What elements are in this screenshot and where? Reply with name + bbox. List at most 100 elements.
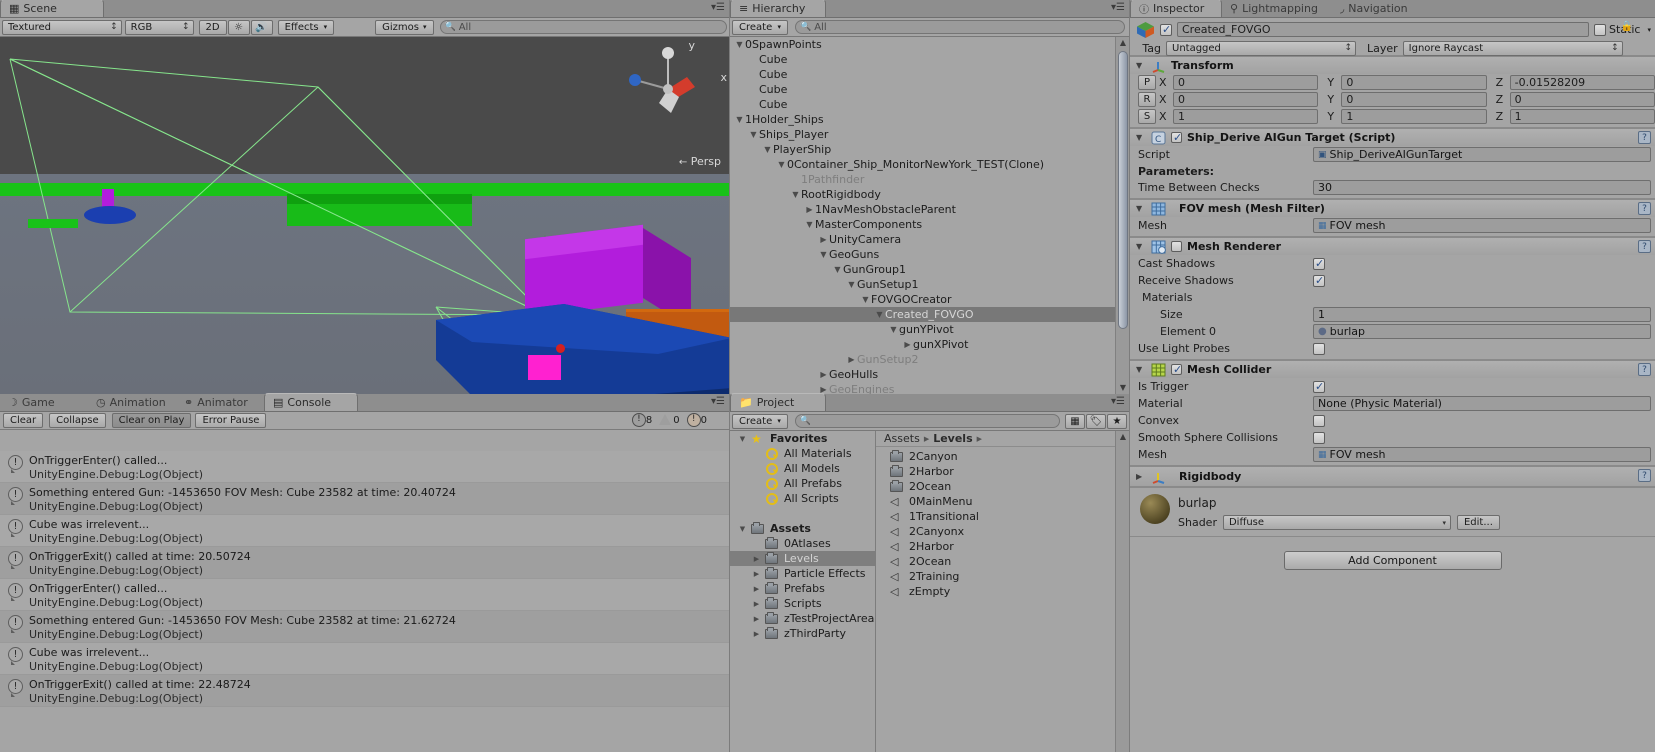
- hierarchy-row[interactable]: GunSetup2: [730, 352, 1129, 367]
- chevron-down-icon[interactable]: [832, 265, 843, 274]
- hierarchy-tree[interactable]: 0SpawnPoints Cube Cube Cube Cube 1Holder_Ship…: [730, 37, 1129, 394]
- position-z-field[interactable]: -0.01528209: [1509, 75, 1655, 90]
- project-tree-row[interactable]: Prefabs: [730, 581, 875, 596]
- chevron-down-icon[interactable]: [748, 130, 759, 139]
- divider-hierarchy-inspector[interactable]: [1129, 0, 1130, 752]
- divider-scene-hierarchy[interactable]: [729, 0, 730, 752]
- hierarchy-row[interactable]: GeoGuns: [730, 247, 1129, 262]
- color-mode-dropdown[interactable]: RGB: [124, 19, 194, 35]
- scene-projection-label[interactable]: ← Persp: [679, 155, 721, 168]
- chevron-right-icon[interactable]: [818, 370, 829, 379]
- physic-material-field[interactable]: None (Physic Material): [1313, 396, 1651, 411]
- tab-animation[interactable]: ◷ Animation: [88, 393, 176, 411]
- layer-dropdown[interactable]: Ignore Raycast: [1402, 41, 1623, 56]
- scene-viewport[interactable]: ← Persp y x: [0, 37, 729, 394]
- hierarchy-row[interactable]: 0Container_Ship_MonitorNewYork_TEST(Clon…: [730, 157, 1129, 172]
- chevron-down-icon[interactable]: [734, 40, 745, 49]
- use-light-probes-checkbox[interactable]: [1313, 342, 1325, 355]
- hierarchy-row[interactable]: MasterComponents: [730, 217, 1129, 232]
- chevron-down-icon[interactable]: [1136, 365, 1146, 374]
- chevron-down-icon[interactable]: [1136, 133, 1146, 142]
- hierarchy-row[interactable]: Ships_Player: [730, 127, 1129, 142]
- chevron-right-icon[interactable]: [804, 205, 815, 214]
- project-tree-row[interactable]: All Materials: [730, 446, 875, 461]
- hierarchy-row[interactable]: RootRigidbody: [730, 187, 1129, 202]
- scale-y-field[interactable]: 1: [1341, 109, 1487, 124]
- position-x-field[interactable]: 0: [1173, 75, 1319, 90]
- hierarchy-row[interactable]: 1Holder_Ships: [730, 112, 1129, 127]
- is-trigger-checkbox[interactable]: [1313, 380, 1325, 393]
- chevron-down-icon[interactable]: [737, 525, 748, 533]
- hierarchy-row[interactable]: Cube: [730, 67, 1129, 82]
- rigidbody-header[interactable]: Rigidbody ?: [1130, 467, 1655, 486]
- project-tree-row[interactable]: zTestProjectArea: [730, 611, 875, 626]
- position-button[interactable]: P: [1138, 75, 1156, 90]
- project-tree-row[interactable]: All Scripts: [730, 491, 875, 506]
- scale-button[interactable]: S: [1138, 109, 1156, 124]
- help-icon[interactable]: ?: [1638, 469, 1651, 482]
- convex-checkbox[interactable]: [1313, 414, 1325, 427]
- scale-z-field[interactable]: 1: [1509, 109, 1655, 124]
- cast-shadows-checkbox[interactable]: [1313, 257, 1325, 270]
- project-item[interactable]: 2Ocean: [876, 479, 1129, 494]
- static-checkbox[interactable]: [1594, 23, 1607, 36]
- tab-project[interactable]: 📁 Project: [730, 393, 826, 411]
- help-icon[interactable]: ?: [1638, 363, 1651, 376]
- project-tree[interactable]: ★ Favorites All Materials All Models All Pre…: [730, 431, 876, 752]
- clear-button[interactable]: Clear: [3, 413, 44, 428]
- breadcrumb-current[interactable]: Levels: [933, 432, 972, 445]
- project-tree-row[interactable]: Assets: [730, 521, 875, 536]
- project-search-input[interactable]: 🔍: [794, 414, 1060, 428]
- project-item[interactable]: 2Ocean: [876, 554, 1129, 569]
- project-item-list[interactable]: 2Canyon 2Harbor 2Ocean 0MainMenu 1Transition…: [876, 447, 1129, 599]
- chevron-down-icon[interactable]: [1136, 242, 1146, 251]
- project-scrollbar[interactable]: ▲: [1115, 431, 1129, 752]
- log-row[interactable]: ! Cube was irrelevent... UnityEngine.Deb…: [0, 643, 729, 675]
- script-enabled-checkbox[interactable]: [1171, 131, 1182, 144]
- gizmos-button[interactable]: Gizmos ▾: [375, 19, 434, 35]
- project-item[interactable]: 0MainMenu: [876, 494, 1129, 509]
- log-row[interactable]: ! Something entered Gun: -1453650 FOV Me…: [0, 611, 729, 643]
- info-counter[interactable]: 8: [631, 413, 652, 427]
- hierarchy-scroll-thumb[interactable]: [1118, 51, 1128, 329]
- rotation-z-field[interactable]: 0: [1509, 92, 1655, 107]
- position-y-field[interactable]: 0: [1341, 75, 1487, 90]
- mesh-collider-enabled-checkbox[interactable]: [1171, 363, 1182, 376]
- scroll-down-icon[interactable]: ▼: [1118, 383, 1128, 393]
- mesh-filter-header[interactable]: FOV mesh (Mesh Filter) ?: [1130, 200, 1655, 217]
- log-row[interactable]: ! Something entered Gun: -1453650 FOV Me…: [0, 483, 729, 515]
- hierarchy-row[interactable]: Cube: [730, 82, 1129, 97]
- script-object-field[interactable]: ▣ Ship_DeriveAIGunTarget: [1313, 147, 1651, 162]
- collider-mesh-field[interactable]: ▦ FOV mesh: [1313, 447, 1651, 462]
- project-tree-row[interactable]: All Prefabs: [730, 476, 875, 491]
- materials-foldout[interactable]: Materials: [1130, 289, 1655, 306]
- project-item[interactable]: 2Training: [876, 569, 1129, 584]
- chevron-right-icon[interactable]: [902, 340, 913, 349]
- chevron-down-icon[interactable]: [846, 280, 857, 289]
- tab-animator[interactable]: ⚭ Animator: [176, 393, 264, 411]
- static-toggle[interactable]: Static: [1594, 23, 1640, 36]
- hierarchy-row[interactable]: GunSetup1: [730, 277, 1129, 292]
- scroll-up-icon[interactable]: ▲: [1118, 38, 1128, 48]
- object-name-field[interactable]: Created_FOVGO: [1177, 22, 1590, 37]
- chevron-right-icon[interactable]: [1136, 472, 1146, 481]
- chevron-down-icon[interactable]: [804, 220, 815, 229]
- project-tree-row[interactable]: Particle Effects: [730, 566, 875, 581]
- chevron-right-icon[interactable]: [751, 555, 762, 563]
- chevron-down-icon[interactable]: [888, 325, 899, 334]
- mesh-collider-header[interactable]: Mesh Collider ?: [1130, 361, 1655, 378]
- hierarchy-row[interactable]: 0SpawnPoints: [730, 37, 1129, 52]
- scale-x-field[interactable]: 1: [1173, 109, 1319, 124]
- project-tree-row[interactable]: Scripts: [730, 596, 875, 611]
- toggle-2d-button[interactable]: 2D: [198, 19, 227, 35]
- scene-search-input[interactable]: 🔍 All: [439, 20, 727, 34]
- help-icon[interactable]: ?: [1638, 240, 1651, 253]
- error-counter[interactable]: 0: [686, 413, 707, 427]
- chevron-right-icon[interactable]: [751, 630, 762, 638]
- breadcrumb-root[interactable]: Assets: [884, 432, 920, 445]
- chevron-down-icon[interactable]: [860, 295, 871, 304]
- hierarchy-search-input[interactable]: 🔍 All: [795, 20, 1125, 34]
- chevron-right-icon[interactable]: [751, 600, 762, 608]
- chevron-down-icon[interactable]: [762, 145, 773, 154]
- log-row[interactable]: ! OnTriggerEnter() called... UnityEngine…: [0, 579, 729, 611]
